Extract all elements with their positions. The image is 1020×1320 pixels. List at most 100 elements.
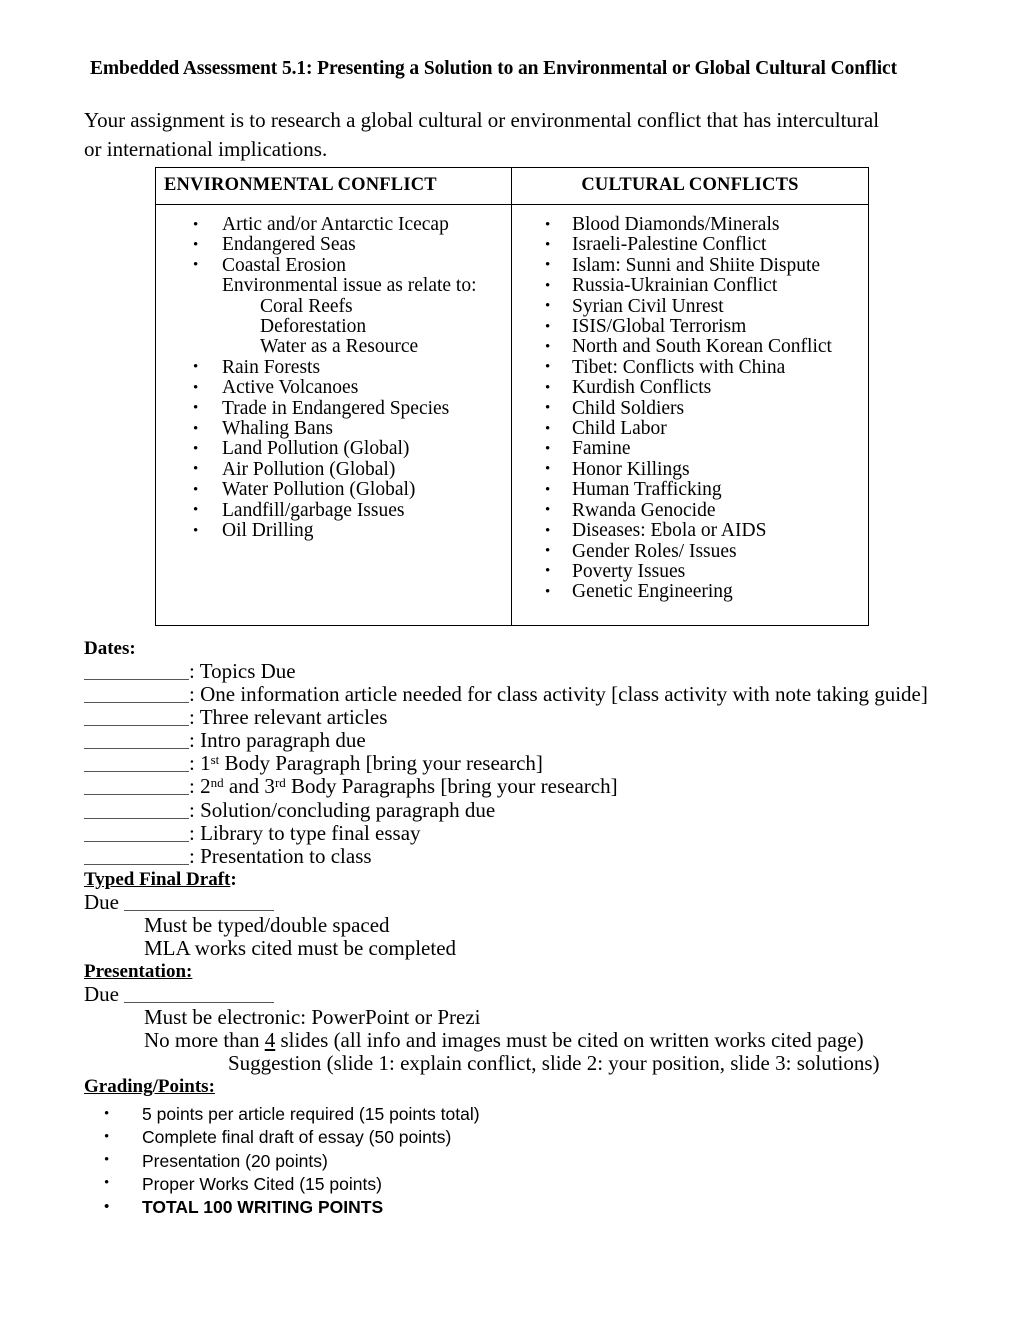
list-item: Air Pollution (Global) <box>156 458 511 480</box>
list-item: Landfill/garbage Issues <box>156 500 511 521</box>
date-blank-field[interactable] <box>84 685 189 704</box>
table-header-cell-cultural: CULTURAL CONFLICTS <box>511 167 869 205</box>
list-item: Tibet: Conflicts with China <box>512 356 868 378</box>
date-line-label: : Three relevant articles <box>189 705 388 730</box>
presentation-due-blank[interactable] <box>124 985 275 1004</box>
date-line: : 1st Body Paragraph [bring your researc… <box>84 752 944 775</box>
date-line-label: : Intro paragraph due <box>189 728 366 753</box>
date-line: : Intro paragraph due <box>84 729 944 752</box>
presentation-note-1: Must be electronic: PowerPoint or Prezi <box>144 1005 481 1030</box>
list-item: Famine <box>512 438 868 460</box>
list-item-label: Poverty Issues <box>572 560 686 582</box>
list-item: Diseases: Ebola or AIDS <box>512 520 868 541</box>
grading-list-item-label: 5 points per article required (15 points… <box>142 1104 480 1124</box>
list-item: Oil Drilling <box>156 520 511 541</box>
date-line-label: : Topics Due <box>189 659 296 683</box>
page-title: Embedded Assessment 5.1: Presenting a So… <box>90 58 897 79</box>
list-item: Human Trafficking <box>512 480 868 501</box>
list-item: Trade in Endangered Species <box>156 397 511 419</box>
list-item: Land Pollution (Global) <box>156 438 511 460</box>
list-item: Child Labor <box>512 418 868 440</box>
list-item-label: Islam: Sunni and Shiite Dispute <box>572 254 821 276</box>
typed-final-draft-section: Typed Final Draft: Due Must be typed/dou… <box>84 868 964 960</box>
date-blank-field[interactable] <box>84 777 189 796</box>
date-line: : Presentation to class <box>84 843 944 868</box>
list-item-label: Whaling Bans <box>222 418 334 440</box>
list-item-label: Tibet: Conflicts with China <box>572 356 786 378</box>
list-item-label: North and South Korean Conflict <box>572 336 832 358</box>
document-page: Embedded Assessment 5.1: Presenting a So… <box>0 0 1020 1320</box>
environmental-conflict-list: Artic and/or Antarctic IcecapEndangered … <box>156 214 511 542</box>
date-blank-field[interactable] <box>84 824 189 842</box>
grading-points-list: 5 points per article required (15 points… <box>84 1102 784 1219</box>
list-item-label: Deforestation <box>260 316 367 338</box>
list-item: Syrian Civil Unrest <box>512 296 868 317</box>
ordinal-suffix: nd <box>210 775 224 791</box>
date-line: : 2nd and 3rd Body Paragraphs [bring you… <box>84 775 944 798</box>
list-item: Child Soldiers <box>512 397 868 419</box>
list-item: Genetic Engineering <box>512 582 868 603</box>
date-line: : One information article needed for cla… <box>84 683 944 706</box>
presentation-due-line: Due <box>84 983 984 1006</box>
date-line-label: : Solution/concluding paragraph due <box>189 797 496 822</box>
list-item: Israeli-Palestine Conflict <box>512 234 868 256</box>
intro-paragraph: Your assignment is to research a global … <box>84 108 880 161</box>
presentation-suggestion: Suggestion (slide 1: explain conflict, s… <box>228 1051 880 1076</box>
list-item: North and South Korean Conflict <box>512 336 868 358</box>
date-blank-field[interactable] <box>84 801 189 819</box>
presentation-note-2-before: No more than <box>144 1028 265 1053</box>
presentation-heading-text: Presentation: <box>84 961 193 982</box>
date-blank-field[interactable] <box>84 731 189 750</box>
list-item-label: Water as a Resource <box>260 336 419 358</box>
grading-list-item: Complete final draft of essay (50 points… <box>84 1126 784 1150</box>
list-item: Water as a Resource <box>156 337 511 357</box>
list-item-label: Land Pollution (Global) <box>222 438 410 460</box>
list-item: Kurdish Conflicts <box>512 378 868 399</box>
list-item: Whaling Bans <box>156 418 511 440</box>
list-item: Blood Diamonds/Minerals <box>512 214 868 235</box>
list-item-label: Blood Diamonds/Minerals <box>572 214 780 235</box>
date-blank-field[interactable] <box>84 754 189 773</box>
list-item-label: ISIS/Global Terrorism <box>572 316 747 338</box>
table-body-row: Artic and/or Antarctic IcecapEndangered … <box>155 204 869 626</box>
date-blank-field[interactable] <box>84 708 189 727</box>
list-item: Honor Killings <box>512 459 868 480</box>
list-item: Endangered Seas <box>156 235 511 256</box>
list-item-label: Air Pollution (Global) <box>222 458 396 480</box>
presentation-section: Presentation: Due Must be electronic: Po… <box>84 960 984 1075</box>
typed-final-draft-due-label: Due <box>84 890 119 915</box>
list-item-label: Child Labor <box>572 418 667 440</box>
list-item: Active Volcanoes <box>156 377 511 399</box>
date-line: : Three relevant articles <box>84 706 944 729</box>
ordinal-suffix: rd <box>274 775 286 791</box>
list-item-label: Rain Forests <box>222 356 321 378</box>
conflict-topics-table: ENVIRONMENTAL CONFLICT CULTURAL CONFLICT… <box>155 167 869 626</box>
date-blank-field[interactable] <box>84 662 189 680</box>
grading-points-heading: Grading/Points: <box>84 1076 215 1097</box>
grading-list-item: Proper Works Cited (15 points) <box>84 1172 784 1196</box>
list-item-label: Israeli-Palestine Conflict <box>572 234 767 256</box>
list-item-label: Coral Reefs <box>260 295 353 317</box>
list-item-label: Famine <box>572 438 631 460</box>
date-line-label: : Library to type final essay <box>189 820 421 845</box>
table-header-cell-environmental: ENVIRONMENTAL CONFLICT <box>155 167 512 205</box>
typed-final-draft-due-blank[interactable] <box>124 893 275 912</box>
list-item-label: Child Soldiers <box>572 397 685 419</box>
list-item-label: Water Pollution (Global) <box>222 479 416 501</box>
date-line: : Library to type final essay <box>84 820 944 845</box>
date-blank-field[interactable] <box>84 847 189 865</box>
grading-list-item: 5 points per article required (15 points… <box>84 1102 784 1126</box>
list-item-label: Trade in Endangered Species <box>222 397 450 419</box>
list-item-label: Active Volcanoes <box>222 377 359 399</box>
date-line: : Topics Due <box>84 659 944 683</box>
grading-list-item: Presentation (20 points) <box>84 1149 784 1173</box>
table-header-label-environmental: ENVIRONMENTAL CONFLICT <box>164 175 437 195</box>
list-item: Rain Forests <box>156 356 511 378</box>
list-item: Islam: Sunni and Shiite Dispute <box>512 254 868 276</box>
table-header-row: ENVIRONMENTAL CONFLICT CULTURAL CONFLICT… <box>155 167 869 205</box>
date-line-label: : One information article needed for cla… <box>189 682 928 707</box>
dates-section: Dates: : Topics Due: One information art… <box>84 638 944 868</box>
date-line-label: : Presentation to class <box>189 843 372 868</box>
list-item: Rwanda Genocide <box>512 500 868 521</box>
ordinal-suffix: st <box>210 752 220 768</box>
